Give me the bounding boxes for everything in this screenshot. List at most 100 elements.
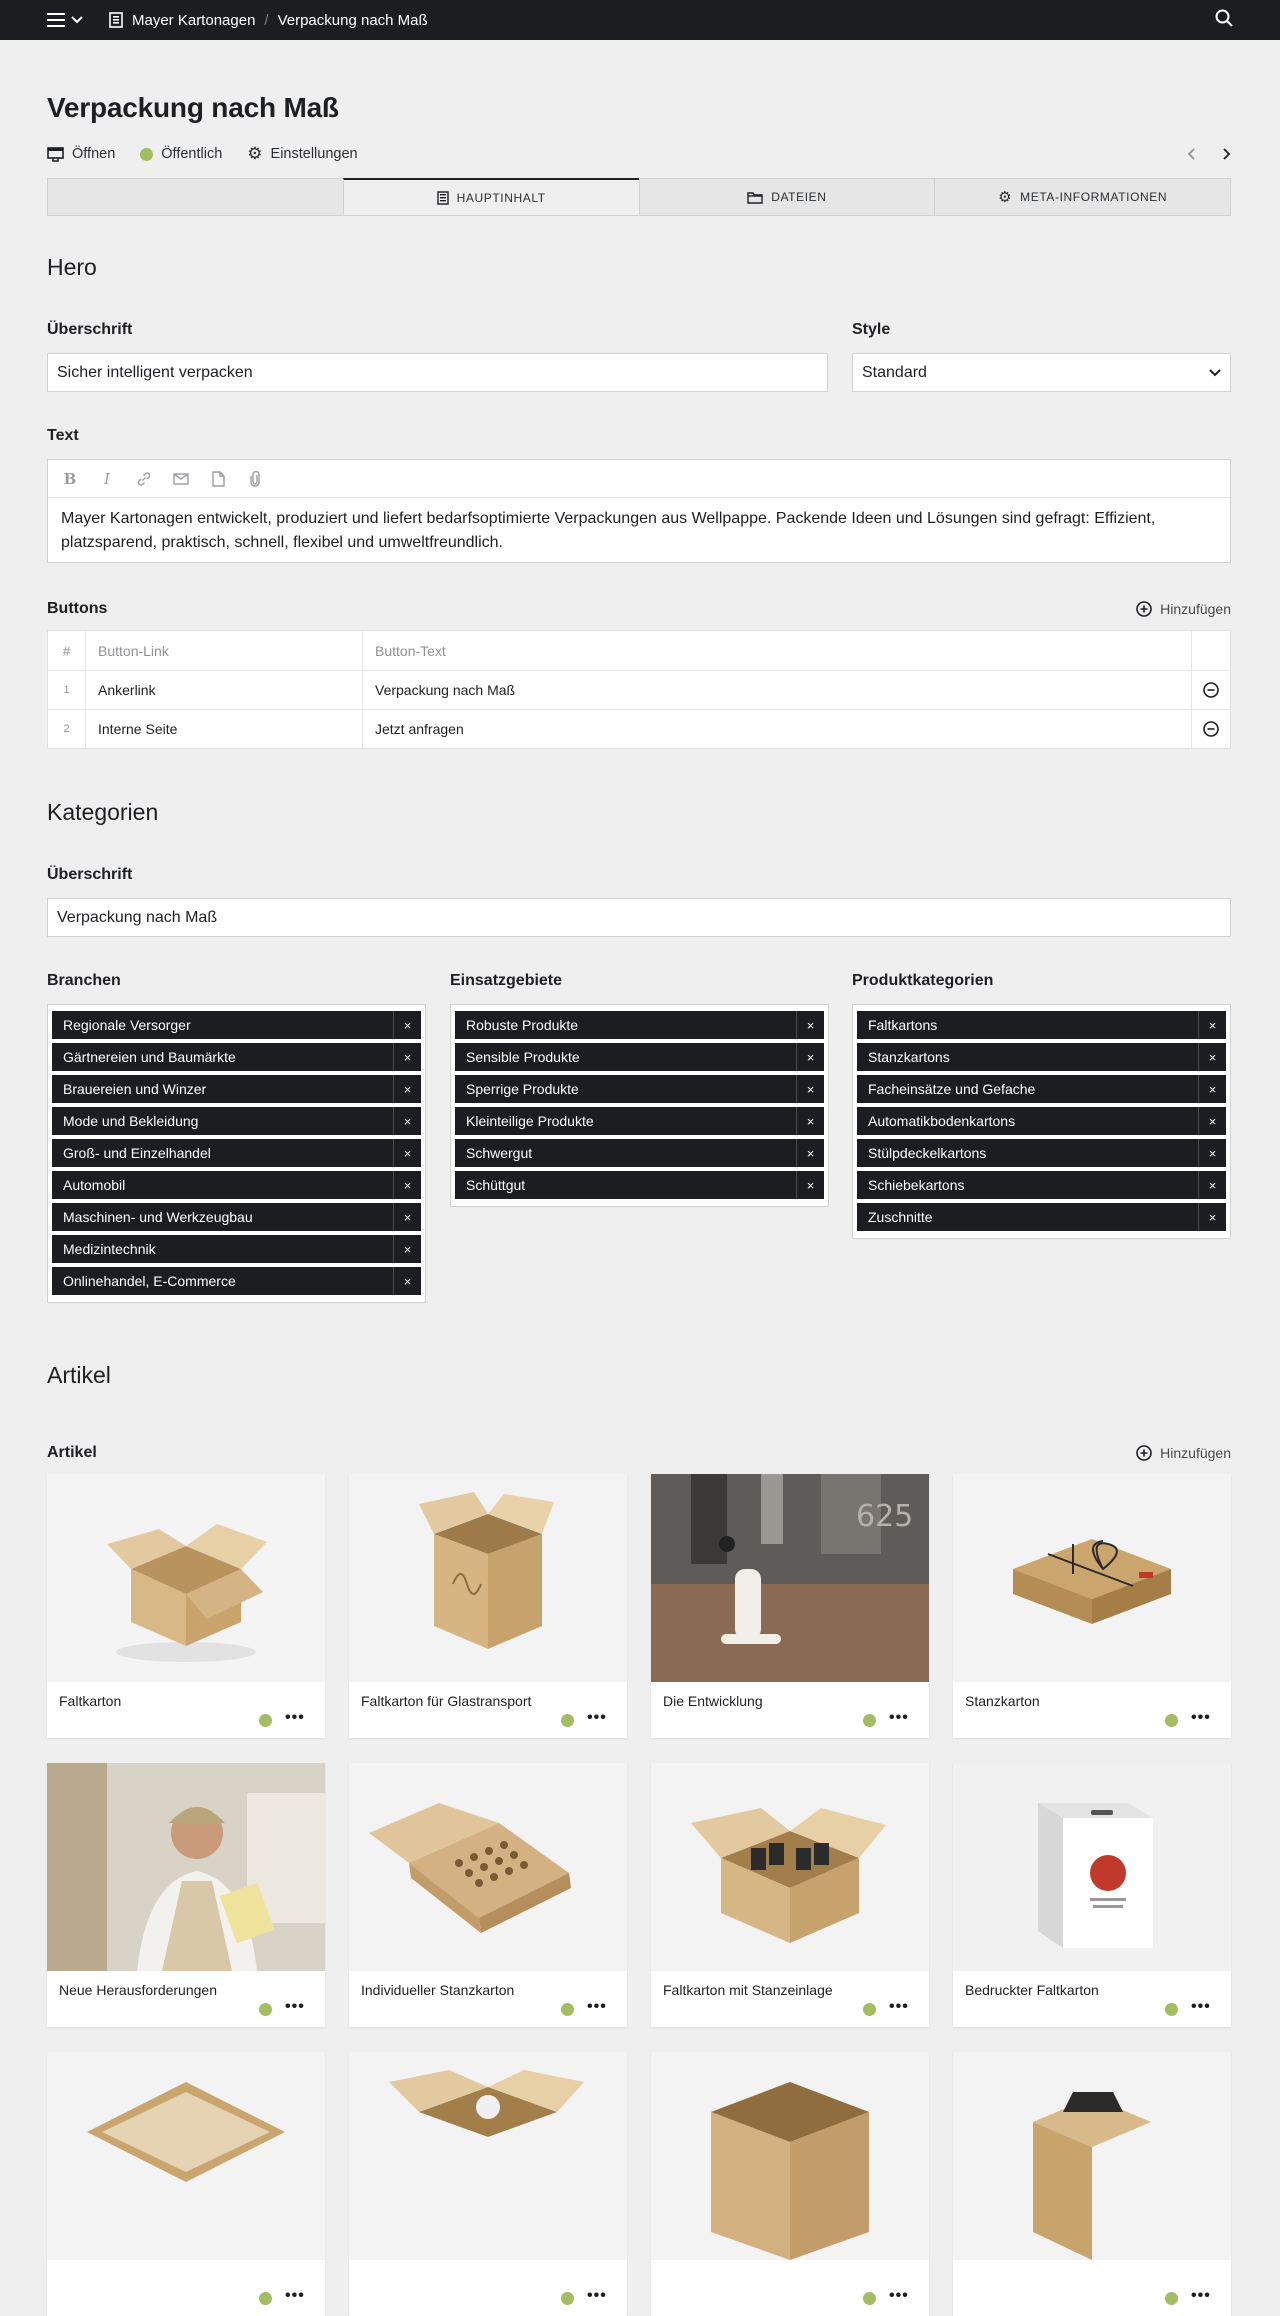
- bold-icon[interactable]: B: [60, 470, 80, 488]
- status-dot-icon[interactable]: [561, 1714, 574, 1727]
- article-card[interactable]: Faltkarton für Glastransport •••: [349, 1474, 627, 1738]
- tag-item[interactable]: Stülpdeckelkartons ×: [857, 1139, 1226, 1167]
- tag-item[interactable]: Regionale Versorger ×: [52, 1011, 421, 1039]
- status-dot-icon[interactable]: [259, 2003, 272, 2016]
- article-thumbnail[interactable]: [47, 2052, 325, 2260]
- more-options-icon[interactable]: •••: [889, 1998, 909, 2016]
- remove-tag-icon[interactable]: ×: [393, 1267, 421, 1295]
- button-link-cell[interactable]: Interne Seite: [86, 710, 363, 748]
- article-thumbnail[interactable]: [651, 2052, 929, 2260]
- article-card[interactable]: Stanzkarton •••: [953, 1474, 1231, 1738]
- status-dot-icon[interactable]: [561, 2003, 574, 2016]
- more-options-icon[interactable]: •••: [889, 1709, 909, 1727]
- article-card[interactable]: •••: [651, 2052, 929, 2316]
- tag-item[interactable]: Groß- und Einzelhandel ×: [52, 1139, 421, 1167]
- status-dot-icon[interactable]: [259, 1714, 272, 1727]
- more-options-icon[interactable]: •••: [587, 2287, 607, 2305]
- article-thumbnail[interactable]: [953, 1474, 1231, 1682]
- article-thumbnail[interactable]: [349, 1763, 627, 1971]
- tab-meta-informationen[interactable]: ⚙ META-INFORMATIONEN: [934, 179, 1230, 215]
- article-thumbnail[interactable]: [349, 1474, 627, 1682]
- article-card[interactable]: Individueller Stanzkarton •••: [349, 1763, 627, 2027]
- remove-tag-icon[interactable]: ×: [796, 1171, 824, 1199]
- status-dot-icon[interactable]: [1165, 2292, 1178, 2305]
- article-card[interactable]: Faltkarton •••: [47, 1474, 325, 1738]
- more-options-icon[interactable]: •••: [1191, 2287, 1211, 2305]
- search-button[interactable]: [1215, 9, 1233, 31]
- tag-item[interactable]: Schiebekartons ×: [857, 1171, 1226, 1199]
- remove-tag-icon[interactable]: ×: [393, 1011, 421, 1039]
- status-dot-icon[interactable]: [863, 2003, 876, 2016]
- status-dot-icon[interactable]: [561, 2292, 574, 2305]
- open-button[interactable]: Öffnen: [47, 146, 115, 162]
- remove-tag-icon[interactable]: ×: [393, 1139, 421, 1167]
- italic-icon[interactable]: I: [97, 470, 117, 488]
- more-options-icon[interactable]: •••: [285, 1709, 305, 1727]
- status-dot-icon[interactable]: [259, 2292, 272, 2305]
- tag-item[interactable]: Onlinehandel, E-Commerce ×: [52, 1267, 421, 1295]
- breadcrumb-site[interactable]: Mayer Kartonagen: [132, 12, 255, 29]
- file-icon[interactable]: [208, 470, 228, 487]
- remove-tag-icon[interactable]: ×: [1198, 1171, 1226, 1199]
- tag-item[interactable]: Faltkartons ×: [857, 1011, 1226, 1039]
- remove-tag-icon[interactable]: ×: [1198, 1075, 1226, 1103]
- remove-tag-icon[interactable]: ×: [393, 1043, 421, 1071]
- tag-item[interactable]: Zuschnitte ×: [857, 1203, 1226, 1231]
- status-toggle[interactable]: Öffentlich: [140, 146, 222, 162]
- tab-dateien[interactable]: DATEIEN: [638, 179, 935, 215]
- remove-tag-icon[interactable]: ×: [1198, 1203, 1226, 1231]
- rich-text-editor[interactable]: B I Mayer Kartonagen entwickelt, produzi…: [47, 459, 1231, 563]
- tag-item[interactable]: Stanzkartons ×: [857, 1043, 1226, 1071]
- button-text-cell[interactable]: Verpackung nach Maß: [363, 671, 1192, 709]
- chevron-right-icon[interactable]: [1221, 147, 1231, 161]
- hero-heading-input[interactable]: Sicher intelligent verpacken: [47, 353, 828, 392]
- remove-tag-icon[interactable]: ×: [796, 1075, 824, 1103]
- remove-tag-icon[interactable]: ×: [393, 1235, 421, 1263]
- article-thumbnail[interactable]: [651, 1763, 929, 1971]
- status-dot-icon[interactable]: [863, 2292, 876, 2305]
- button-text-cell[interactable]: Jetzt anfragen: [363, 710, 1192, 748]
- more-options-icon[interactable]: •••: [587, 1709, 607, 1727]
- article-thumbnail[interactable]: [349, 2052, 627, 2260]
- more-options-icon[interactable]: •••: [285, 1998, 305, 2016]
- add-article-button[interactable]: Hinzufügen: [1136, 1445, 1231, 1461]
- more-options-icon[interactable]: •••: [285, 2287, 305, 2305]
- article-card[interactable]: Bedruckter Faltkarton •••: [953, 1763, 1231, 2027]
- attachment-icon[interactable]: [245, 470, 265, 487]
- status-dot-icon[interactable]: [1165, 1714, 1178, 1727]
- more-options-icon[interactable]: •••: [1191, 1998, 1211, 2016]
- chevron-left-icon[interactable]: [1187, 147, 1197, 161]
- tab-empty[interactable]: [48, 179, 343, 215]
- article-thumbnail[interactable]: [47, 1474, 325, 1682]
- remove-tag-icon[interactable]: ×: [1198, 1011, 1226, 1039]
- article-card[interactable]: •••: [349, 2052, 627, 2316]
- tag-item[interactable]: Sperrige Produkte ×: [455, 1075, 824, 1103]
- tag-item[interactable]: Automobil ×: [52, 1171, 421, 1199]
- status-dot-icon[interactable]: [863, 1714, 876, 1727]
- remove-row-button[interactable]: [1192, 710, 1230, 748]
- remove-tag-icon[interactable]: ×: [393, 1075, 421, 1103]
- article-card[interactable]: •••: [953, 2052, 1231, 2316]
- article-card[interactable]: Neue Herausforderungen •••: [47, 1763, 325, 2027]
- tag-item[interactable]: Schwergut ×: [455, 1139, 824, 1167]
- article-thumbnail[interactable]: [953, 2052, 1231, 2260]
- article-thumbnail[interactable]: [47, 1763, 325, 1971]
- remove-tag-icon[interactable]: ×: [393, 1107, 421, 1135]
- remove-tag-icon[interactable]: ×: [393, 1203, 421, 1231]
- tag-item[interactable]: Sensible Produkte ×: [455, 1043, 824, 1071]
- more-options-icon[interactable]: •••: [1191, 1709, 1211, 1727]
- tag-item[interactable]: Gärtnereien und Baumärkte ×: [52, 1043, 421, 1071]
- tag-item[interactable]: Robuste Produkte ×: [455, 1011, 824, 1039]
- tag-item[interactable]: Facheinsätze und Gefache ×: [857, 1075, 1226, 1103]
- tab-hauptinhalt[interactable]: HAUPTINHALT: [342, 178, 639, 215]
- style-select[interactable]: Standard: [852, 353, 1231, 392]
- tag-item[interactable]: Automatikbodenkartons ×: [857, 1107, 1226, 1135]
- link-icon[interactable]: [134, 471, 154, 487]
- main-menu-button[interactable]: [47, 13, 83, 27]
- tag-item[interactable]: Schüttgut ×: [455, 1171, 824, 1199]
- remove-tag-icon[interactable]: ×: [393, 1171, 421, 1199]
- article-card[interactable]: •••: [47, 2052, 325, 2316]
- article-card[interactable]: Faltkarton mit Stanzeinlage •••: [651, 1763, 929, 2027]
- settings-button[interactable]: ⚙ Einstellungen: [247, 144, 357, 164]
- remove-tag-icon[interactable]: ×: [1198, 1043, 1226, 1071]
